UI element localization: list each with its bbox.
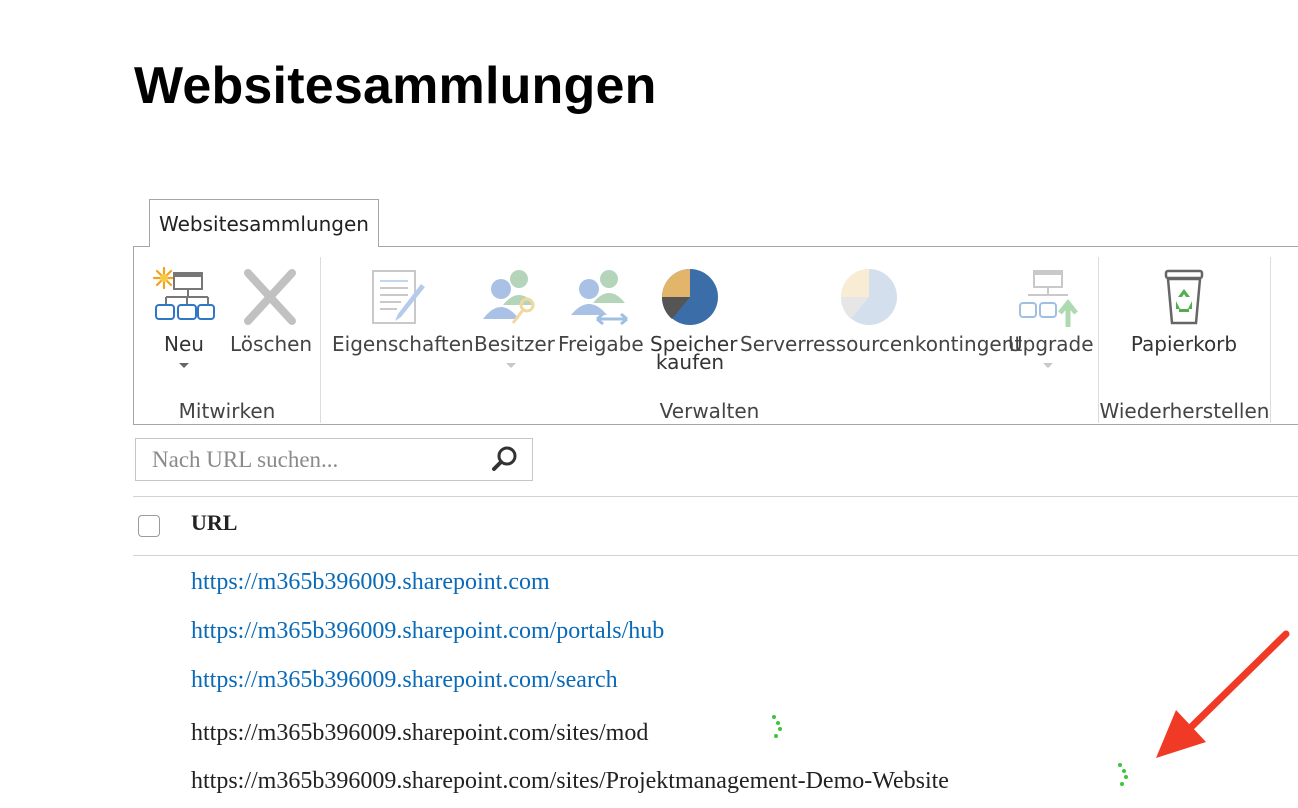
- properties-button-label: Eigenschaften: [332, 332, 474, 356]
- delete-button-label: Löschen: [230, 332, 313, 356]
- table-row: https://m365b396009.sharepoint.com/sites…: [191, 720, 649, 746]
- server-quota-label: Serverressourcenkontingent: [740, 332, 1023, 356]
- properties-icon: [372, 270, 425, 324]
- buy-storage-line2: kaufen: [655, 350, 725, 374]
- table-row: https://m365b396009.sharepoint.com/sites…: [191, 768, 949, 794]
- ribbon-separator: [1270, 257, 1271, 423]
- recycle-bin-label: Papierkorb: [1130, 332, 1238, 356]
- page-title: Websitesammlungen: [134, 57, 657, 115]
- sharing-button[interactable]: Freigabe: [558, 265, 644, 356]
- select-all-checkbox[interactable]: [138, 515, 160, 537]
- new-button-label: Neu: [164, 332, 204, 356]
- new-site-icon: [152, 266, 215, 320]
- buy-storage-button[interactable]: Speicher kaufen: [650, 265, 737, 374]
- upgrade-button-label: Upgrade: [1008, 332, 1094, 356]
- buy-storage-label: Speicher kaufen: [650, 334, 737, 374]
- search-input[interactable]: [136, 439, 492, 480]
- divider: [133, 555, 1298, 556]
- recycle-bin-icon: [1164, 269, 1204, 325]
- ribbon: Neu Löschen Eigenschaften Besitzer Freig…: [133, 246, 1298, 425]
- group-label-wiederherstellen: Wiederherstellen: [1099, 399, 1270, 423]
- table-row[interactable]: https://m365b396009.sharepoint.com/searc…: [191, 667, 618, 694]
- server-quota-button[interactable]: Serverressourcenkontingent: [740, 265, 1023, 356]
- group-label-mitwirken: Mitwirken: [178, 399, 276, 423]
- sharing-icon: [571, 270, 628, 326]
- sharing-button-label: Freigabe: [558, 332, 644, 356]
- owners-button-label: Besitzer: [474, 332, 555, 356]
- delete-button[interactable]: Löschen: [230, 265, 313, 356]
- chevron-down-icon[interactable]: [506, 363, 516, 368]
- upgrade-icon: [1019, 270, 1078, 327]
- new-button[interactable]: Neu: [152, 265, 216, 368]
- search-icon[interactable]: [490, 444, 520, 474]
- column-header-url[interactable]: URL: [191, 510, 237, 536]
- red-arrow-annotation: [1156, 630, 1290, 758]
- loading-spinner-icon: [1118, 763, 1128, 786]
- chevron-down-icon[interactable]: [1043, 363, 1053, 368]
- tab-websitesammlungen[interactable]: Websitesammlungen: [149, 199, 379, 247]
- divider: [133, 496, 1298, 497]
- recycle-bin-button[interactable]: Papierkorb: [1124, 265, 1244, 354]
- loading-spinner-icon: [772, 715, 782, 738]
- delete-x-icon: [244, 269, 296, 325]
- table-row[interactable]: https://m365b396009.sharepoint.com: [191, 569, 550, 596]
- chevron-down-icon[interactable]: [179, 363, 189, 368]
- table-row[interactable]: https://m365b396009.sharepoint.com/porta…: [191, 618, 664, 645]
- upgrade-button[interactable]: Upgrade: [1008, 265, 1094, 368]
- search-box: [135, 438, 533, 481]
- pie-chart-icon: [661, 269, 718, 325]
- quota-pie-icon: [840, 269, 897, 325]
- owners-icon: [483, 270, 535, 324]
- group-label-verwalten: Verwalten: [659, 399, 760, 423]
- owners-button[interactable]: Besitzer: [474, 265, 555, 368]
- properties-button[interactable]: Eigenschaften: [332, 265, 474, 356]
